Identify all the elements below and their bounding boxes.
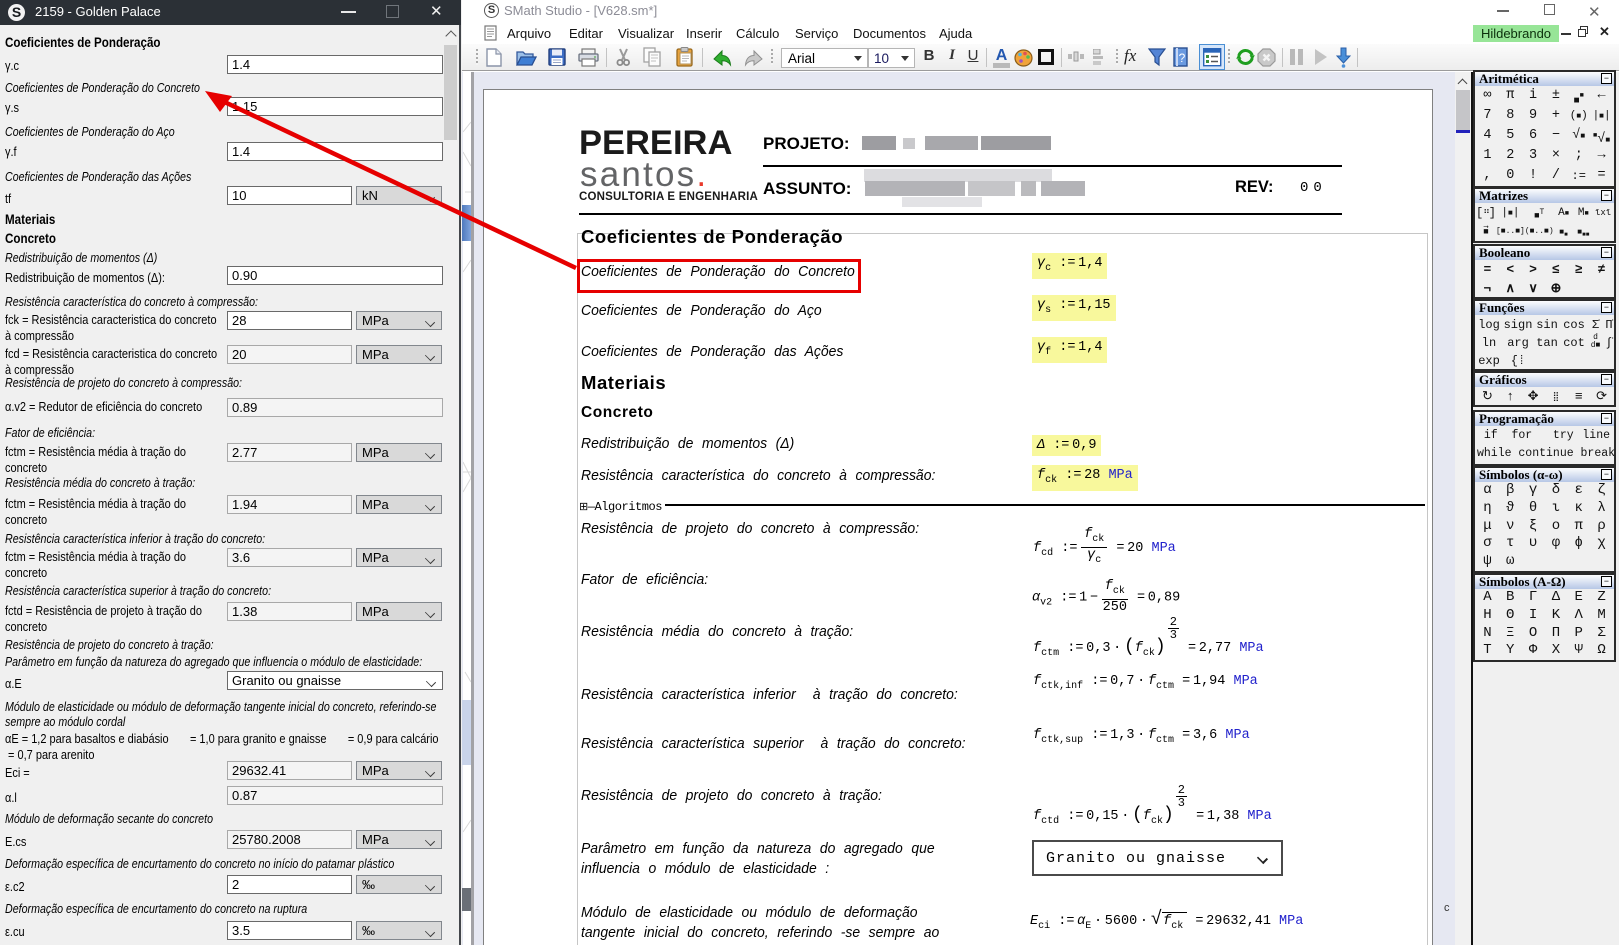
svg-text:?: ?	[1179, 51, 1186, 65]
